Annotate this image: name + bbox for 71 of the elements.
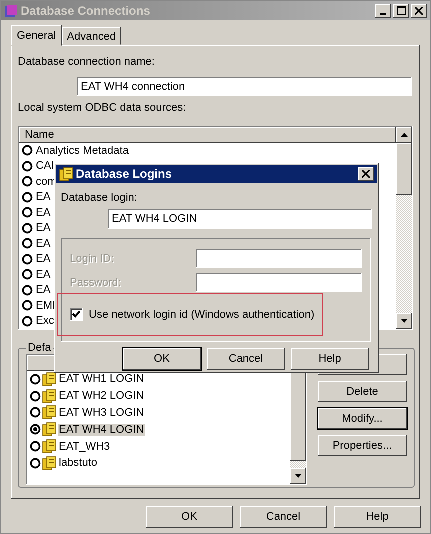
field-label: Login ID:: [70, 252, 114, 264]
radio-button[interactable]: [22, 207, 33, 218]
radio-button[interactable]: [30, 441, 41, 452]
close-icon: [362, 170, 370, 178]
radio-button[interactable]: [22, 222, 33, 234]
login-name[interactable]: EAT WH3 LOGIN: [58, 406, 146, 419]
connection-name-field[interactable]: EAT WH4 connection: [77, 77, 412, 96]
scrollbar[interactable]: [396, 127, 412, 329]
tab[interactable]: General: [11, 25, 62, 46]
radio-button[interactable]: [22, 300, 33, 312]
data-source-name[interactable]: CAI: [35, 160, 56, 172]
checkbox[interactable]: [70, 308, 83, 321]
login-name[interactable]: EAT WH1 LOGIN: [58, 373, 146, 386]
column-header[interactable]: Name: [19, 127, 396, 143]
radio-button[interactable]: [22, 160, 33, 172]
radio-button[interactable]: [30, 458, 41, 469]
dialog-button[interactable]: OK: [123, 348, 201, 370]
action-button[interactable]: Properties...: [318, 435, 407, 456]
action-button[interactable]: Delete: [318, 381, 407, 402]
tab[interactable]: Advanced: [62, 27, 122, 45]
maximize-icon: [396, 6, 406, 15]
data-source-name[interactable]: EA: [35, 222, 52, 234]
radio-button[interactable]: [22, 176, 33, 188]
radio-button[interactable]: [22, 269, 33, 280]
close-icon: [415, 6, 423, 14]
data-source-name[interactable]: Analytics Metadata: [35, 144, 130, 157]
minimize-button[interactable]: [375, 4, 391, 18]
radio-button[interactable]: [30, 424, 41, 436]
radio-button[interactable]: [22, 238, 33, 250]
dialog-button[interactable]: OK: [146, 506, 233, 528]
login-name[interactable]: labstuto: [58, 457, 99, 470]
odbc-sources-label: Local system ODBC data sources:: [18, 102, 186, 114]
radio-button[interactable]: [30, 374, 41, 385]
scroll-down-icon[interactable]: [400, 319, 408, 323]
checkbox-label[interactable]: Use network login id (Windows authentication): [89, 308, 315, 320]
radio-button[interactable]: [22, 284, 33, 296]
scroll-down-icon[interactable]: [294, 474, 302, 478]
dialog-button[interactable]: Cancel: [207, 348, 285, 370]
close-button[interactable]: [411, 4, 427, 18]
data-source-name[interactable]: EA: [35, 238, 52, 250]
action-button[interactable]: Modify...: [318, 408, 407, 429]
radio-button[interactable]: [22, 316, 33, 327]
radio-button[interactable]: [30, 390, 41, 402]
data-source-name[interactable]: EA: [35, 191, 52, 204]
dialog-title: Database Logins: [76, 167, 174, 181]
login-name[interactable]: EAT WH2 LOGIN: [58, 390, 146, 402]
database-login-label: Database login:: [61, 192, 138, 204]
data-source-name[interactable]: EA: [35, 268, 52, 281]
database-login-field[interactable]: EAT WH4 LOGIN: [108, 209, 372, 229]
data-source-name[interactable]: EA: [35, 206, 52, 219]
minimize-icon: [380, 12, 386, 14]
dialog-button[interactable]: Help: [291, 348, 369, 370]
data-source-name[interactable]: EA: [35, 253, 52, 266]
radio-button[interactable]: [22, 145, 33, 156]
dialog-button[interactable]: Help: [334, 506, 421, 528]
login-name[interactable]: EAT WH4 LOGIN: [58, 424, 146, 436]
connection-name-label: Database connection name:: [18, 56, 155, 68]
close-button[interactable]: [358, 167, 374, 181]
radio-button[interactable]: [22, 192, 33, 203]
field-label: Password:: [70, 276, 122, 288]
scroll-up-icon[interactable]: [400, 133, 408, 137]
radio-button[interactable]: [30, 407, 41, 418]
maximize-button[interactable]: [393, 4, 409, 18]
dialog-button[interactable]: Cancel: [240, 506, 327, 528]
data-source-name[interactable]: EA: [35, 284, 52, 296]
data-source-name[interactable]: Exc: [35, 315, 56, 328]
group-legend: Defa: [26, 342, 54, 354]
radio-button[interactable]: [22, 254, 33, 265]
window-title: Database Connections: [21, 4, 152, 18]
app-icon: [4, 4, 18, 18]
login-name[interactable]: EAT_WH3: [58, 440, 112, 453]
